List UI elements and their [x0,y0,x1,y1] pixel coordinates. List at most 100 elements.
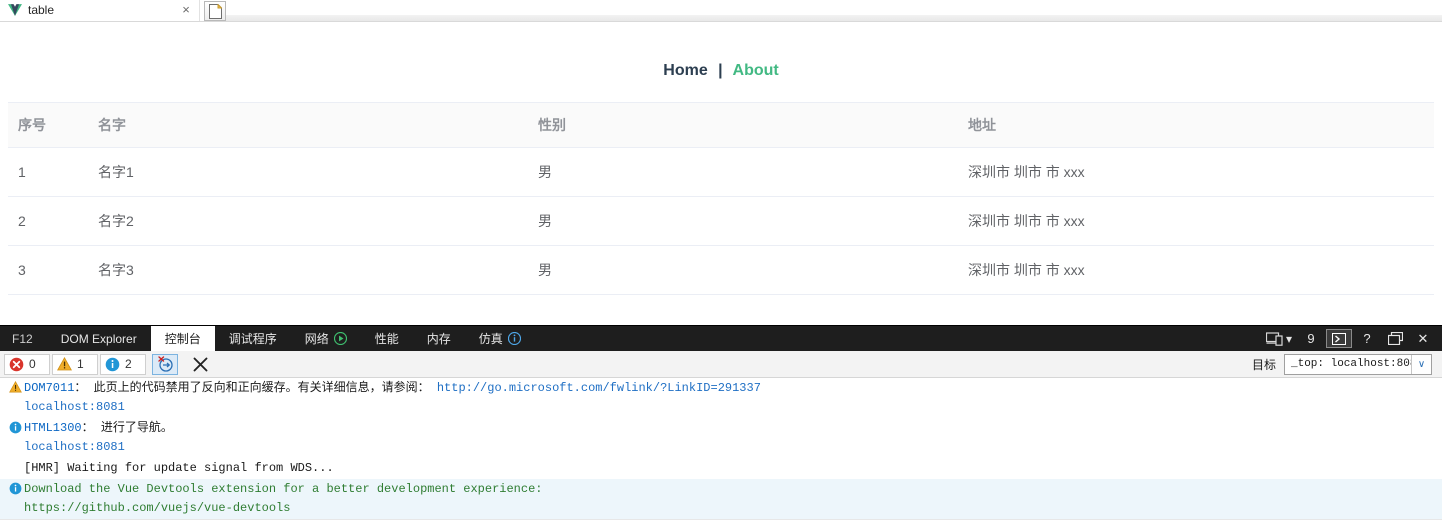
clear-console-icon [193,357,207,371]
target-select[interactable]: _top: localhost:8081 ∨ [1284,353,1432,375]
info-count-button[interactable]: 2 [100,353,146,375]
message-code-separator: ： [81,421,94,435]
message-text: 此页上的代码禁用了反向和正向缓存。有关详细信息，请参阅： [86,381,437,395]
message-link[interactable]: http://go.microsoft.com/fwlink/?LinkID=2… [437,381,761,395]
cell-index: 1 [8,147,88,197]
error-count-button[interactable]: 0 [4,353,50,375]
target-selected-value: _top: localhost:8081 [1291,358,1411,370]
console-message-info-highlighted[interactable]: Download the Vue Devtools extension for … [0,479,1442,519]
message-text: [HMR] Waiting for update signal from WDS… [24,461,334,475]
console-message-body: DOM7011： 此页上的代码禁用了反向和正向缓存。有关详细信息，请参阅： ht… [24,379,1442,417]
message-code: DOM7011 [24,381,75,395]
target-label: 目标 [1251,357,1276,372]
message-text: 进行了导航。 [93,421,173,435]
cell-gender: 男 [528,196,958,246]
browser-tab[interactable]: table × [0,0,200,21]
tab-strip-filler [226,15,1442,21]
tab-console[interactable]: 控制台 [150,326,215,351]
message-source-link[interactable]: localhost:8081 [24,438,1434,457]
tab-dom-explorer[interactable]: DOM Explorer [47,326,151,351]
console-message-line: DOM7011： 此页上的代码禁用了反向和正向缓存。有关详细信息，请参阅： ht… [24,379,1434,398]
info-icon [6,480,24,495]
tab-console-label: 控制台 [164,332,201,346]
devtools-tab-bar: F12 DOM Explorer 控制台 调试程序 网络 性能 内存 仿真 ▾ … [0,326,1442,351]
tab-debugger[interactable]: 调试程序 [215,326,291,351]
console-prompt-toggle-button[interactable] [1326,329,1352,348]
console-message-body: [HMR] Waiting for update signal from WDS… [24,459,1442,478]
cell-address: 深圳市 圳市 市 xxx [958,196,1434,246]
new-tab-button[interactable] [204,1,226,21]
devtools-panel: F12 DOM Explorer 控制台 调试程序 网络 性能 内存 仿真 ▾ … [0,325,1442,530]
error-icon [9,357,24,372]
cell-address: 深圳市 圳市 市 xxx [958,245,1434,295]
cell-index: 3 [8,245,88,295]
cell-gender: 男 [528,147,958,197]
console-prompt-icon [1332,332,1346,345]
no-icon-placeholder [6,459,24,461]
dock-window-icon [1387,332,1403,345]
message-code-separator: ： [74,381,87,395]
table-head: 序号 名字 性别 地址 [8,102,1434,148]
console-message-line: HTML1300： 进行了导航。 [24,419,1434,438]
message-code: HTML1300 [24,421,82,435]
table-header-name: 名字 [88,102,528,148]
clear-on-navigate-toggle[interactable] [152,353,178,375]
nav-link-home[interactable]: Home [663,62,707,79]
console-message-plain[interactable]: [HMR] Waiting for update signal from WDS… [0,458,1442,479]
cell-name: 名字2 [88,196,528,246]
info-icon [105,357,120,372]
console-toolbar: 0 1 2 目标 _top: localhost:8081 ∨ [0,351,1442,378]
info-icon [6,419,24,434]
clear-console-button[interactable] [186,354,214,375]
site-nav: Home | About [0,22,1442,102]
tab-bar-spacer [535,326,1262,351]
table-header-gender: 性别 [528,102,958,148]
console-message-info[interactable]: HTML1300： 进行了导航。 localhost:8081 [0,418,1442,458]
close-devtools-button[interactable]: ✕ [1410,326,1436,351]
dock-window-button[interactable] [1382,326,1408,351]
clear-on-navigate-icon [157,356,173,372]
help-button[interactable]: ? [1354,326,1380,351]
tab-performance[interactable]: 性能 [361,326,413,351]
data-table: 序号 名字 性别 地址 1 名字1 男 深圳市 圳市 市 xxx 2 名字2 男… [8,102,1434,295]
cell-index: 2 [8,196,88,246]
device-emulation-button[interactable]: ▾ [1262,326,1296,351]
message-source-link[interactable]: localhost:8081 [24,398,1434,417]
warning-icon [57,357,72,371]
cell-name: 名字3 [88,245,528,295]
tab-network[interactable]: 网络 [291,326,361,351]
table-header-address: 地址 [958,102,1434,148]
console-row-divider [0,519,1442,520]
browser-tab-close-icon[interactable]: × [179,3,193,17]
tab-memory[interactable]: 内存 [413,326,465,351]
tab-emulation[interactable]: 仿真 [465,326,535,351]
table-row[interactable]: 2 名字2 男 深圳市 圳市 市 xxx [8,196,1434,246]
console-message-body: HTML1300： 进行了导航。 localhost:8081 [24,419,1442,457]
console-output[interactable]: DOM7011： 此页上的代码禁用了反向和正向缓存。有关详细信息，请参阅： ht… [0,378,1442,530]
console-message-warning[interactable]: DOM7011： 此页上的代码禁用了反向和正向缓存。有关详细信息，请参阅： ht… [0,378,1442,418]
cell-address: 深圳市 圳市 市 xxx [958,147,1434,197]
device-emulation-icon [1265,331,1283,346]
table-header-row: 序号 名字 性别 地址 [8,102,1434,148]
info-icon [507,332,521,345]
nav-separator: | [718,62,723,79]
table-row[interactable]: 3 名字3 男 深圳市 圳市 市 xxx [8,245,1434,295]
device-dropdown-arrow: ▾ [1285,331,1292,346]
nav-link-about[interactable]: About [733,62,779,79]
play-icon [333,332,347,345]
info-count-label: 2 [125,357,132,371]
tab-performance-label: 性能 [374,332,399,346]
message-url[interactable]: https://github.com/vuejs/vue-devtools [24,499,1434,518]
page-content: Home | About 序号 名字 性别 地址 1 名字1 男 深圳市 圳市 … [0,22,1442,325]
cell-gender: 男 [528,245,958,295]
tab-network-label: 网络 [304,332,329,346]
table-body: 1 名字1 男 深圳市 圳市 市 xxx 2 名字2 男 深圳市 圳市 市 xx… [8,147,1434,295]
tab-emulation-label: 仿真 [478,332,503,346]
tab-debugger-label: 调试程序 [228,332,277,346]
browser-tab-strip: table × [0,0,1442,22]
warning-count-button[interactable]: 1 [52,353,98,375]
console-message-body: Download the Vue Devtools extension for … [24,480,1442,518]
warning-icon [6,379,24,393]
table-row[interactable]: 1 名字1 男 深圳市 圳市 市 xxx [8,147,1434,197]
warning-count-label: 1 [77,357,84,371]
